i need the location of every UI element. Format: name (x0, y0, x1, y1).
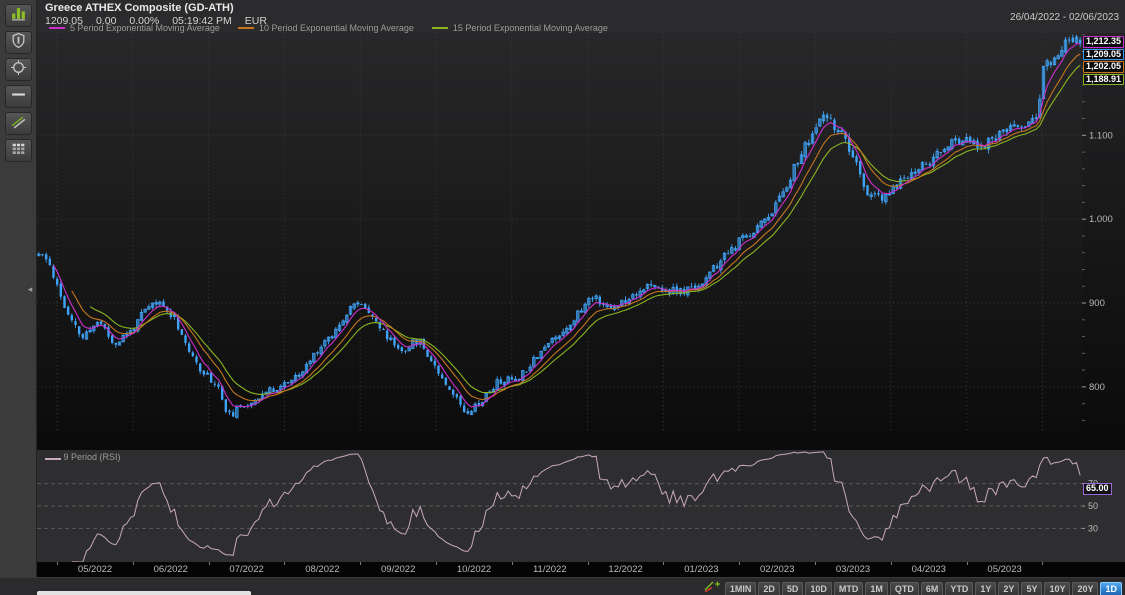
draw-interval-icon[interactable] (703, 580, 721, 595)
timeframe-button-ytd[interactable]: YTD (945, 581, 974, 595)
price-marker: 1,202.05 (1082, 61, 1124, 73)
horizontal-line-icon (10, 86, 27, 108)
instrument-title: Greece ATHEX Composite (GD-ATH) (45, 2, 234, 14)
timeframe-button-5d[interactable]: 5D (781, 581, 804, 595)
timeframe-button-6m[interactable]: 6M (920, 581, 944, 595)
svg-text:30: 30 (1088, 523, 1098, 533)
panel-divider (37, 433, 1125, 450)
time-axis-tick (1042, 562, 1044, 565)
ema10-swatch (237, 27, 254, 29)
time-axis[interactable]: 05/2022 06/2022 07/2022 08/2022 09/2022 10/20… (37, 562, 1125, 577)
trading-app-window: ◂ Greece ATHEX Composite (GD-ATH) 1209.0… (0, 0, 1125, 595)
time-axis-tick (132, 562, 134, 565)
chart-header: Greece ATHEX Composite (GD-ATH) 1209.05 0… (37, 0, 1125, 33)
toolbar-button-shield[interactable] (4, 31, 32, 54)
toolbar-button-trend-line[interactable] (4, 112, 32, 135)
timeframe-button-2y[interactable]: 2Y (998, 581, 1020, 595)
time-axis-label: 08/2022 (305, 564, 340, 575)
bottom-bar: 1MIN 2D 5D 10D MTD 1M QTD 6M YTD 1Y 2Y 5Y 10Y 20Y 1D (0, 577, 1125, 595)
svg-text:50: 50 (1088, 501, 1098, 511)
svg-text:900: 900 (1089, 298, 1105, 309)
timeframe-button-1m[interactable]: 1M (865, 581, 888, 595)
toolbar-button-bar-chart[interactable] (4, 4, 32, 27)
rsi-value-marker: 65.00 (1083, 483, 1112, 495)
time-axis-label: 03/2023 (835, 564, 871, 575)
time-axis-tick (890, 562, 892, 565)
time-axis-tick (436, 562, 437, 565)
candlestick-plot (37, 33, 1082, 433)
time-axis-label: 05/2022 (77, 564, 113, 575)
background-window-edge[interactable] (37, 591, 251, 595)
time-axis-tick (284, 562, 286, 565)
interval-button-active[interactable]: 1D (1100, 581, 1122, 595)
timeframe-button-10y[interactable]: 10Y (1044, 581, 1071, 595)
timeframe-button-5y[interactable]: 5Y (1021, 581, 1043, 595)
trend-line-icon (10, 113, 27, 135)
time-axis-label: 09/2022 (381, 564, 416, 575)
time-axis-tick (815, 562, 816, 565)
legend-label: 10 Period Exponential Moving Average (258, 23, 414, 33)
date-range: 26/04/2022 - 02/06/2023 (1010, 12, 1119, 23)
price-axis[interactable]: 1.100 1.000 900 800 1,212.35 1,209.05 1,202.0… (1082, 33, 1125, 433)
time-axis-label: 11/2022 (532, 564, 567, 575)
price-marker: 1,188.91 (1082, 73, 1124, 85)
grid-icon (10, 140, 27, 162)
timeframe-button-1min[interactable]: 1MIN (724, 581, 757, 595)
toolbar-button-grid[interactable] (4, 139, 32, 162)
time-axis-label: 02/2023 (760, 564, 795, 575)
time-axis-tick (360, 562, 362, 565)
time-axis-tick (587, 562, 589, 565)
legend-item-ema10[interactable]: 10 Period Exponential Moving Average (237, 23, 414, 33)
legend-label: 5 Period Exponential Moving Average (70, 23, 220, 33)
time-axis-label: 10/2022 (456, 564, 492, 575)
time-axis-tick (208, 562, 210, 565)
rsi-line-swatch (45, 458, 61, 460)
time-axis-tick (663, 562, 665, 565)
bar-chart-icon (10, 5, 27, 27)
rsi-axis: 705030 65.00 (1082, 450, 1125, 562)
ema5-swatch (49, 27, 65, 29)
rsi-chart[interactable]: 9 Period (RSI) (37, 450, 1082, 563)
price-marker-stack: 1,212.35 1,209.05 1,202.05 1,188.91 (1082, 36, 1124, 85)
rsi-plot (37, 450, 1082, 563)
legend-item-ema15[interactable]: 15 Period Exponential Moving Average (431, 23, 608, 33)
time-axis-tick (966, 562, 968, 565)
timeframe-button-2d[interactable]: 2D (758, 581, 780, 595)
rsi-legend-label: 9 Period (RSI) (63, 452, 121, 462)
price-marker: 1,209.05 (1082, 48, 1124, 60)
collapse-panel-arrow[interactable]: ◂ (24, 281, 36, 297)
time-axis-label: 01/2023 (684, 564, 719, 575)
timeframe-button-mtd[interactable]: MTD (833, 581, 864, 595)
time-axis-tick (739, 562, 741, 565)
time-axis-label: 12/2022 (608, 564, 643, 575)
time-axis-label: 04/2023 (911, 564, 946, 575)
main-chart[interactable] (37, 33, 1082, 433)
timeframe-button-qtd[interactable]: QTD (889, 581, 919, 595)
timeframe-button-1y[interactable]: 1Y (975, 581, 997, 595)
svg-text:1.100: 1.100 (1089, 130, 1113, 141)
crosshair-icon (10, 59, 27, 81)
price-axis-ticks: 1.100 1.000 900 800 (1082, 34, 1113, 421)
ema15-swatch (431, 27, 448, 29)
time-axis-label: 05/2023 (987, 564, 1022, 575)
toolbar-button-crosshair[interactable] (4, 58, 32, 81)
svg-text:800: 800 (1089, 382, 1105, 393)
rsi-legend[interactable]: 9 Period (RSI) (45, 452, 121, 462)
rsi-axis-ticks: 705030 (1082, 479, 1098, 533)
ema-legend: 5 Period Exponential Moving Average 10 Pe… (49, 23, 608, 33)
legend-label: 15 Period Exponential Moving Average (452, 23, 608, 33)
time-axis-tick (511, 562, 513, 565)
timeframe-button-20y[interactable]: 20Y (1072, 581, 1099, 595)
timeframe-bar: 1MIN 2D 5D 10D MTD 1M QTD 6M YTD 1Y 2Y 5Y 10Y 20Y 1D (703, 580, 1122, 595)
price-marker: 1,212.35 (1082, 36, 1124, 48)
timeframe-button-10d[interactable]: 10D (805, 581, 832, 595)
toolbar-button-horizontal-line[interactable] (4, 85, 32, 108)
legend-item-ema5[interactable]: 5 Period Exponential Moving Average (49, 23, 220, 33)
svg-text:1.000: 1.000 (1089, 214, 1113, 225)
time-axis-label: 07/2022 (229, 564, 264, 575)
time-axis-label: 06/2022 (153, 564, 188, 575)
shield-icon (10, 32, 27, 54)
time-axis-tick (57, 562, 58, 565)
